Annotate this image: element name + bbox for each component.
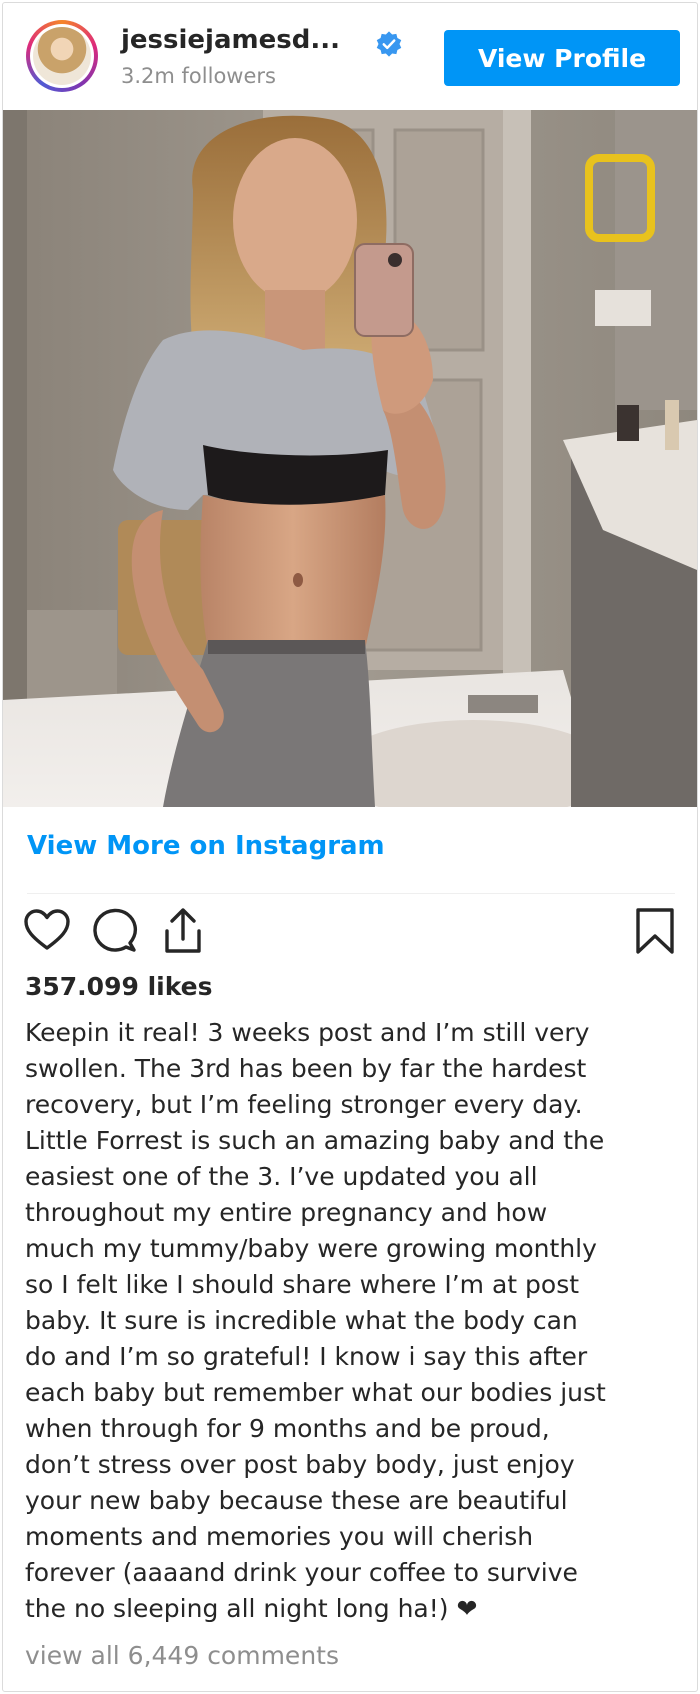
verified-badge-icon [376, 31, 402, 57]
post-caption: Keepin it real! 3 weeks post and I’m sti… [25, 1018, 606, 1623]
divider [27, 893, 675, 894]
view-comments-link[interactable]: view all 6,449 comments [25, 1641, 339, 1670]
avatar[interactable] [26, 20, 98, 92]
view-more-link[interactable]: View More on Instagram [27, 831, 385, 861]
bookmark-icon[interactable] [631, 906, 679, 956]
instagram-embed-card: jessiejamesd... 3.2m followers View Prof… [2, 2, 698, 1692]
username-link[interactable]: jessiejamesd... [121, 25, 340, 55]
follower-count: 3.2m followers [121, 64, 276, 88]
comment-icon[interactable] [91, 906, 139, 956]
mirror-selfie-photo [3, 110, 697, 807]
avatar-photo [33, 27, 91, 85]
share-icon[interactable] [159, 906, 207, 956]
heart-icon[interactable] [23, 906, 71, 956]
like-count[interactable]: 357.099 likes [25, 972, 213, 1001]
post-photo[interactable] [3, 110, 697, 807]
post-header: jessiejamesd... 3.2m followers View Prof… [3, 3, 697, 110]
view-profile-button[interactable]: View Profile [444, 30, 680, 86]
